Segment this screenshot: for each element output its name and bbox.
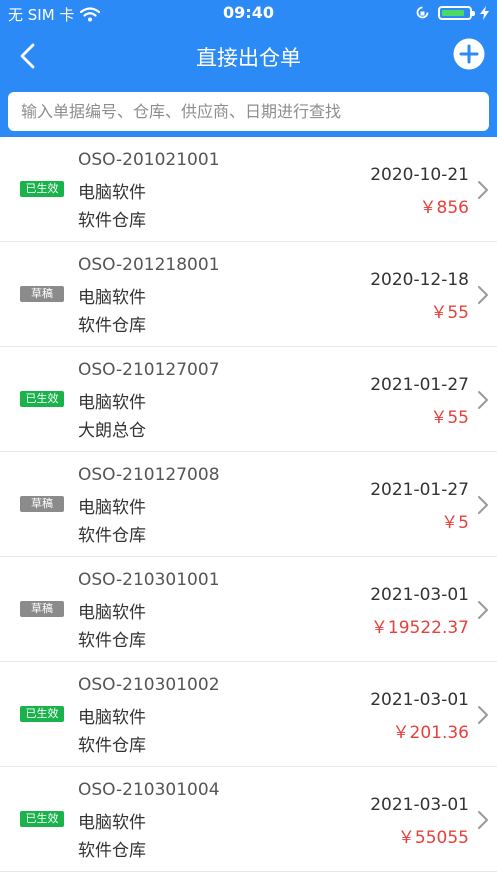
order-amount: ￥55 <box>430 303 469 323</box>
order-date: 2021-03-01 <box>370 690 469 710</box>
orientation-lock-icon <box>416 6 429 19</box>
add-icon[interactable] <box>453 38 485 70</box>
status-badge: 已生效 <box>20 181 64 197</box>
order-item: 电脑软件 <box>78 393 146 413</box>
status-badge: 已生效 <box>20 811 64 827</box>
order-date: 2021-01-27 <box>370 375 469 395</box>
order-warehouse: 软件仓库 <box>78 211 146 231</box>
order-warehouse: 软件仓库 <box>78 526 146 546</box>
list-item[interactable]: 已生效 OSO-201021001 电脑软件软件仓库 2020-10-21 ￥856 <box>0 137 497 242</box>
order-amount: ￥55055 <box>397 828 469 848</box>
battery-icon <box>438 5 475 20</box>
charging-icon <box>480 5 489 20</box>
status-badge: 草稿 <box>20 601 64 617</box>
order-list: 已生效 OSO-201021001 电脑软件 软件仓库 2020-10-21 ￥856 草稿… <box>0 137 497 872</box>
list-item[interactable]: 草稿 OSO-210127008 电脑软件软件仓库 2021-01-27 ￥5 <box>0 452 497 557</box>
status-badge: 草稿 <box>20 496 64 512</box>
order-date: 2021-01-27 <box>370 480 469 500</box>
list-item[interactable]: 草稿 OSO-201218001 电脑软件软件仓库 2020-12-18 ￥55 <box>0 242 497 347</box>
order-date: 2021-03-01 <box>370 585 469 605</box>
order-date: 2020-12-18 <box>370 270 469 290</box>
order-warehouse: 软件仓库 <box>78 316 146 336</box>
search-box <box>8 92 489 131</box>
order-item: 电脑软件 <box>78 288 146 308</box>
order-item: 电脑软件 <box>78 498 146 518</box>
order-warehouse: 软件仓库 <box>78 631 146 651</box>
order-code: OSO-210127008 <box>78 465 220 485</box>
chevron-right-icon <box>478 601 488 619</box>
chevron-right-icon <box>478 496 488 514</box>
order-date: 2020-10-21 <box>370 165 469 185</box>
order-code: OSO-201021001 <box>78 150 220 170</box>
order-item: 电脑软件 <box>78 183 146 203</box>
list-item[interactable]: 已生效 OSO-210301002 电脑软件软件仓库 2021-03-01 ￥201.3… <box>0 662 497 767</box>
chevron-right-icon <box>478 181 488 199</box>
order-amount: ￥55 <box>430 408 469 428</box>
order-date: 2021-03-01 <box>370 795 469 815</box>
nav-bar: 直接出仓单 <box>0 28 497 84</box>
order-amount: ￥19522.37 <box>370 618 469 638</box>
list-item[interactable]: 已生效 OSO-210127007 电脑软件大朗总仓 2021-01-27 ￥55 <box>0 347 497 452</box>
status-badge: 已生效 <box>20 706 64 722</box>
order-item: 电脑软件 <box>78 603 146 623</box>
order-amount: ￥201.36 <box>392 723 469 743</box>
order-code: OSO-210127007 <box>78 360 220 380</box>
order-item: 电脑软件 <box>78 708 146 728</box>
status-badge: 草稿 <box>20 286 64 302</box>
list-item[interactable]: 草稿 OSO-210301001 电脑软件软件仓库 2021-03-01 ￥19522.… <box>0 557 497 662</box>
status-badge: 已生效 <box>20 391 64 407</box>
order-code: OSO-210301001 <box>78 570 220 590</box>
order-code: OSO-210301004 <box>78 780 220 800</box>
list-item[interactable]: 已生效 OSO-210301004 电脑软件软件仓库 2021-03-01 ￥55055 <box>0 767 497 872</box>
chevron-right-icon <box>478 811 488 829</box>
order-code: OSO-201218001 <box>78 255 220 275</box>
search-input[interactable] <box>8 92 489 131</box>
order-item: 电脑软件 <box>78 813 146 833</box>
page-title: 直接出仓单 <box>196 46 301 70</box>
order-amount: ￥856 <box>419 198 469 218</box>
order-code: OSO-210301002 <box>78 675 220 695</box>
order-warehouse: 大朗总仓 <box>78 421 146 441</box>
chevron-right-icon <box>478 286 488 304</box>
chevron-right-icon <box>478 391 488 409</box>
chevron-right-icon <box>478 706 488 724</box>
app-header: 无 SIM 卡 09:40 直接出仓单 <box>0 0 497 137</box>
order-warehouse: 软件仓库 <box>78 736 146 756</box>
order-amount: ￥5 <box>441 513 469 533</box>
order-warehouse: 软件仓库 <box>78 841 146 861</box>
status-bar: 无 SIM 卡 09:40 <box>0 0 497 28</box>
